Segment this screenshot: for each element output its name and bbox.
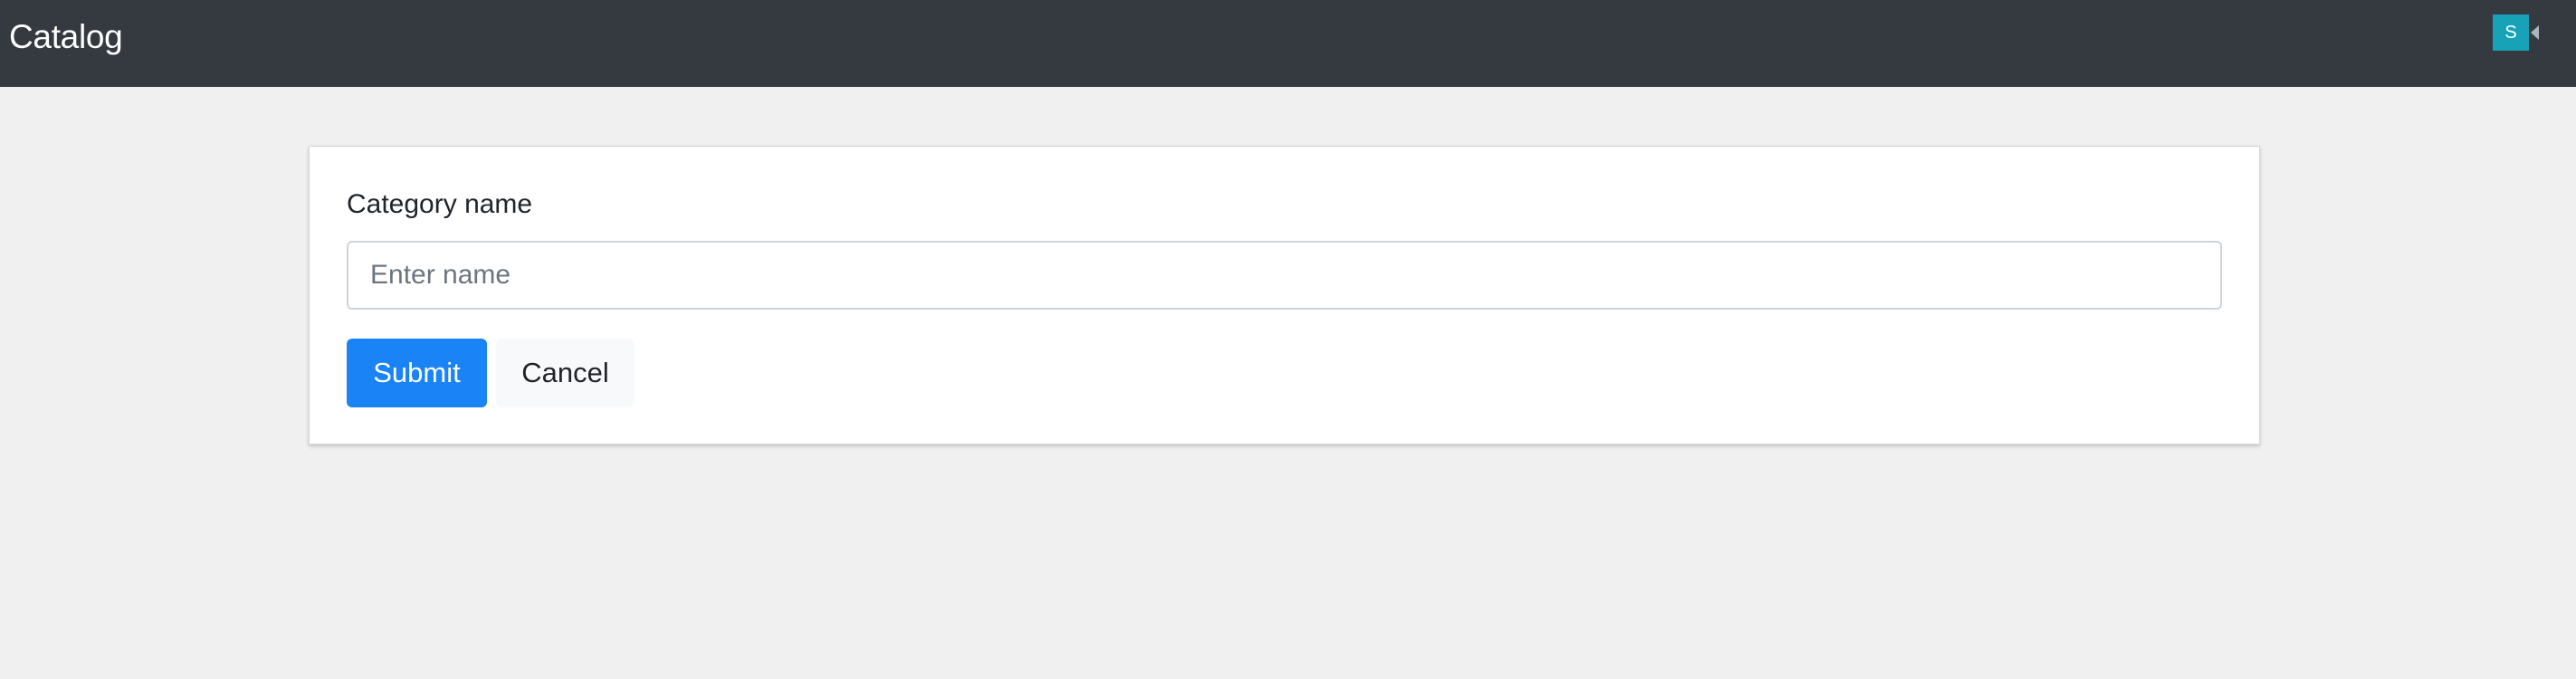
submit-button[interactable]: Submit	[347, 339, 487, 407]
brand-title[interactable]: Catalog	[9, 15, 123, 59]
caret-left-icon	[2531, 25, 2539, 40]
cancel-button[interactable]: Cancel	[496, 339, 634, 407]
category-name-input[interactable]	[347, 241, 2222, 310]
category-name-label: Category name	[347, 189, 533, 219]
user-avatar[interactable]: S	[2493, 14, 2529, 51]
user-menu-toggle[interactable]: S	[2493, 14, 2543, 51]
top-navbar: Catalog S	[0, 0, 2576, 87]
category-form-card: Category name Submit Cancel	[309, 146, 2260, 445]
